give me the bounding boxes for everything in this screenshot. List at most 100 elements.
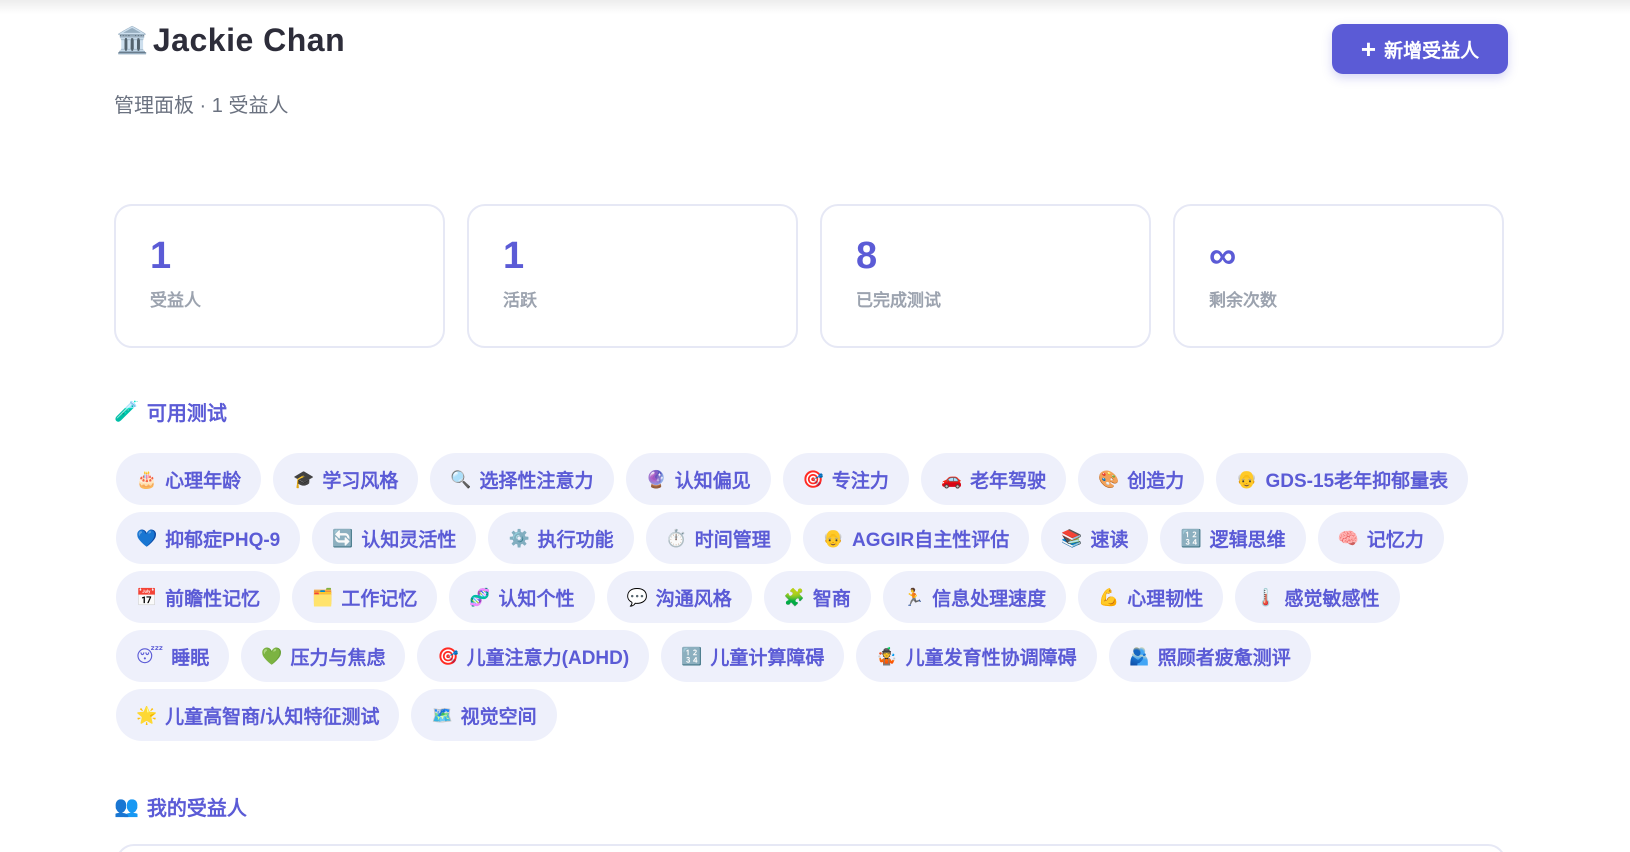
numbers-icon: 🔢: [1180, 528, 1202, 548]
test-chip[interactable]: 🔢 逻辑思维: [1160, 512, 1306, 564]
test-chip-label: 逻辑思维: [1209, 529, 1286, 551]
car-icon: 🚗: [940, 469, 963, 489]
speech-bubble-icon: 💬: [626, 587, 648, 607]
stat-label: 已完成测试: [856, 291, 941, 310]
people-icon: 👥: [114, 796, 139, 818]
test-chip[interactable]: 🎯 儿童注意力(ADHD): [417, 630, 650, 682]
test-chip[interactable]: 🌟 儿童高智商/认知特征测试: [116, 689, 400, 741]
stat-value: 8: [856, 235, 878, 277]
stat-value: ∞: [1209, 235, 1237, 277]
test-tube-icon: 🧪: [114, 401, 139, 423]
test-chip-label: 前瞻性记忆: [165, 588, 261, 610]
runner-icon: 🏃: [902, 587, 925, 607]
test-chip-label: GDS-15老年抑郁量表: [1265, 470, 1449, 492]
test-chip[interactable]: 🔮 认知偏见: [625, 453, 771, 505]
star-icon: 🌟: [136, 705, 158, 725]
brain-icon: 🧠: [1337, 528, 1359, 548]
test-chip-label: AGGIR自主性评估: [851, 529, 1010, 551]
birthday-cake-icon: 🎂: [136, 469, 158, 489]
stat-value: 1: [150, 235, 172, 277]
flexed-arm-icon: 💪: [1098, 587, 1120, 607]
stat-label: 受益人: [150, 291, 201, 310]
test-chip[interactable]: 🎓 学习风格: [273, 453, 419, 505]
stat-value: 1: [503, 235, 525, 277]
test-chip[interactable]: 🏃 信息处理速度: [882, 571, 1067, 623]
test-chip[interactable]: 📅 前瞻性记忆: [116, 571, 281, 623]
test-chip[interactable]: 🌡️ 感觉敏感性: [1235, 571, 1400, 623]
page-title-text: Jackie Chan: [152, 22, 346, 58]
test-chip-label: 照顾者疲惫测评: [1157, 647, 1291, 669]
test-chip[interactable]: 📚 速读: [1041, 512, 1149, 564]
stat-card-active: 1 活跃: [467, 204, 798, 348]
magnifier-icon: 🔍: [450, 469, 472, 489]
my-beneficiaries-title: 我的受益人: [146, 798, 247, 820]
test-chip-label: 时间管理: [694, 529, 771, 551]
test-chip-label: 抑郁症PHQ-9: [165, 529, 281, 551]
test-chip-label: 心理韧性: [1127, 588, 1204, 610]
palette-icon: 🎨: [1098, 469, 1120, 489]
stat-card-remaining: ∞ 剩余次数: [1173, 204, 1504, 348]
puzzle-icon: 🧩: [783, 587, 805, 607]
blue-heart-icon: 💙: [136, 528, 158, 548]
my-beneficiaries-heading: 👥 我的受益人: [114, 792, 247, 821]
test-chip[interactable]: 🧬 认知个性: [449, 571, 595, 623]
beneficiary-list-card: [116, 844, 1506, 852]
test-chip-label: 认知灵活性: [361, 529, 457, 551]
test-chip-label: 工作记忆: [341, 588, 418, 610]
test-chip-label: 儿童计算障碍: [710, 647, 825, 669]
stat-label: 剩余次数: [1209, 291, 1277, 310]
test-chip[interactable]: 👴 AGGIR自主性评估: [802, 512, 1030, 564]
test-chip[interactable]: 💪 心理韧性: [1078, 571, 1224, 623]
test-chip[interactable]: 🎯 专注力: [782, 453, 909, 505]
elder-icon: 👴: [1236, 469, 1258, 489]
sleeping-face-icon: 😴: [136, 646, 164, 666]
map-icon: 🗺️: [431, 705, 453, 725]
test-chip-label: 记忆力: [1366, 529, 1424, 551]
target-icon: 🎯: [802, 469, 824, 489]
people-hugging-icon: 🫂: [1128, 646, 1150, 666]
test-chip-label: 感觉敏感性: [1284, 588, 1380, 610]
bank-building-icon: 🏛️: [116, 25, 149, 55]
target-icon: 🎯: [437, 646, 459, 666]
crystal-ball-icon: 🔮: [645, 469, 667, 489]
cycle-arrows-icon: 🔄: [332, 528, 354, 548]
stats-row: 1 受益人 1 活跃 8 已完成测试 ∞ 剩余次数: [114, 204, 1508, 348]
test-chip[interactable]: 💬 沟通风格: [606, 571, 752, 623]
test-chip-label: 速读: [1090, 529, 1129, 551]
test-chip[interactable]: 🎨 创造力: [1078, 453, 1205, 505]
test-chip[interactable]: 🫂 照顾者疲惫测评: [1108, 630, 1311, 682]
test-chip[interactable]: 💙 抑郁症PHQ-9: [116, 512, 301, 564]
test-chip-label: 认知偏见: [674, 470, 751, 492]
test-chip[interactable]: 🧩 智商: [763, 571, 871, 623]
numbers-icon: 🔢: [681, 646, 703, 666]
graduation-cap-icon: 🎓: [293, 469, 315, 489]
elder-icon: 👴: [822, 528, 844, 548]
test-chip-label: 智商: [812, 588, 851, 610]
stat-label: 活跃: [503, 291, 537, 310]
test-chip-label: 执行功能: [537, 529, 614, 551]
test-chip[interactable]: 🧠 记忆力: [1317, 512, 1444, 564]
books-icon: 📚: [1061, 528, 1083, 548]
juggler-icon: 🤹: [876, 646, 898, 666]
add-beneficiary-button[interactable]: + 新增受益人: [1332, 24, 1508, 74]
test-chip[interactable]: 🗺️ 视觉空间: [411, 689, 557, 741]
test-chip[interactable]: 🔍 选择性注意力: [430, 453, 614, 505]
test-chip[interactable]: 🚗 老年驾驶: [920, 453, 1067, 505]
test-chip[interactable]: 💚 压力与焦虑: [241, 630, 406, 682]
test-chip[interactable]: ⚙️ 执行功能: [488, 512, 634, 564]
test-chip[interactable]: 👴 GDS-15老年抑郁量表: [1216, 453, 1469, 505]
test-chip-label: 认知个性: [498, 588, 575, 610]
test-chip[interactable]: ⏱️ 时间管理: [645, 512, 791, 564]
page-subtitle: 管理面板 · 1 受益人: [114, 95, 289, 117]
test-chip[interactable]: 🔢 儿童计算障碍: [661, 630, 845, 682]
test-chip[interactable]: 😴 睡眠: [116, 630, 230, 682]
test-chip-label: 压力与焦虑: [290, 647, 386, 669]
test-chip-label: 专注力: [831, 470, 889, 492]
test-chip[interactable]: 🗂️ 工作记忆: [292, 571, 438, 623]
test-chip[interactable]: 🔄 认知灵活性: [312, 512, 477, 564]
folder-icon: 🗂️: [312, 587, 334, 607]
test-chip-label: 儿童高智商/认知特征测试: [165, 706, 380, 728]
test-chip[interactable]: 🎂 心理年龄: [116, 453, 262, 505]
test-chip-label: 选择性注意力: [479, 470, 594, 492]
test-chip[interactable]: 🤹 儿童发育性协调障碍: [856, 630, 1097, 682]
